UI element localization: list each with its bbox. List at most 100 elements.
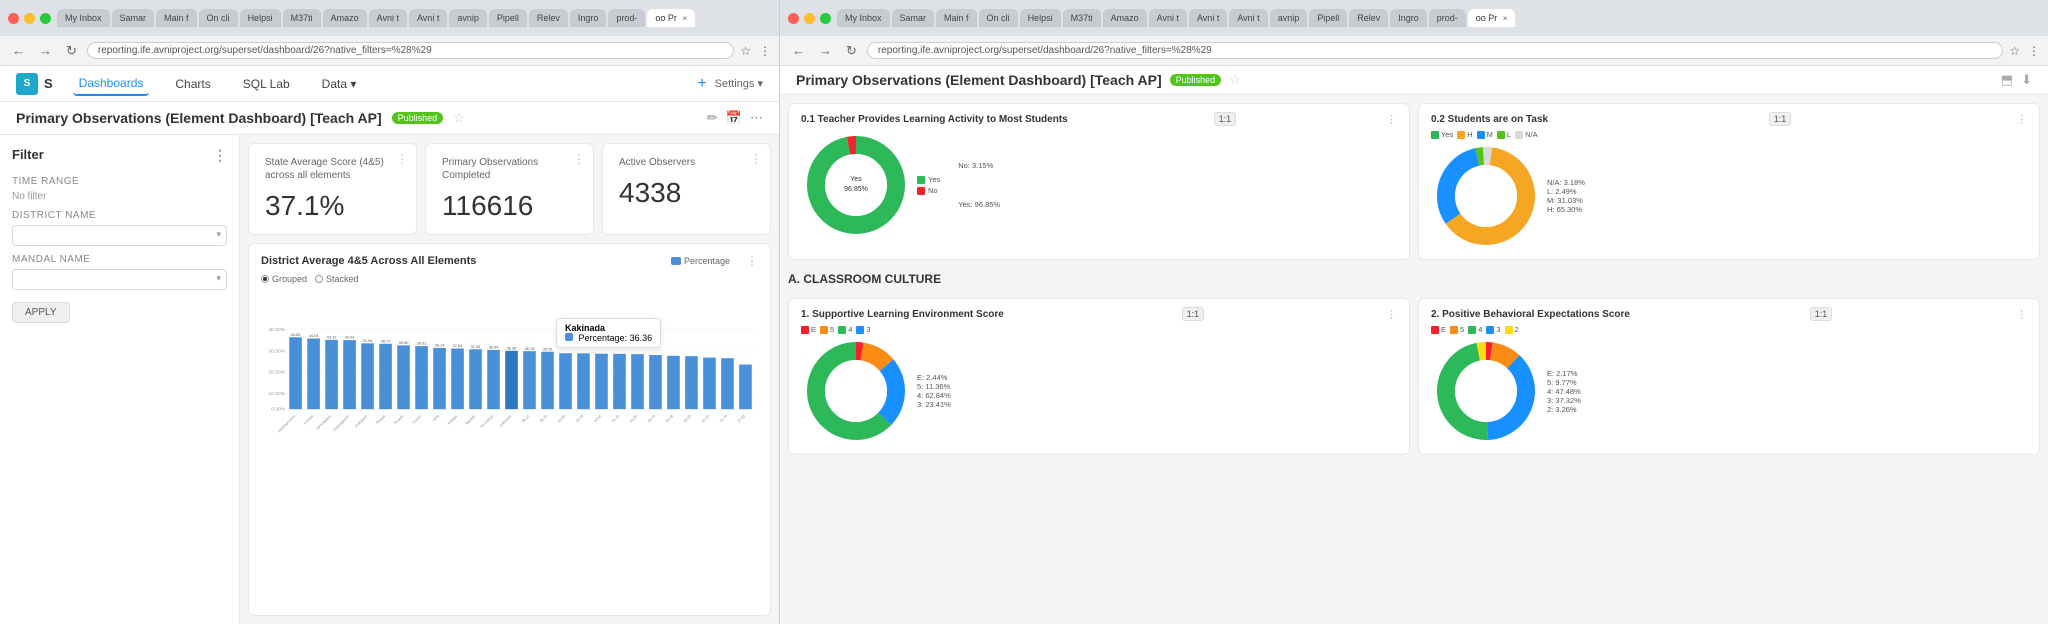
address-bar-row-left: ← → ↻ reporting.ife.avniproject.org/supe… <box>0 36 779 66</box>
leg-5-color-4 <box>1450 326 1458 334</box>
chart-tooltip: Kakinada Percentage: 36.36 <box>556 318 661 348</box>
kpi-menu-1[interactable]: ⋮ <box>573 152 585 166</box>
bookmark-icon[interactable]: ☆ <box>740 44 751 58</box>
tab-active[interactable]: oo Pr × <box>647 9 695 27</box>
calendar-icon[interactable]: 📅 <box>726 110 742 126</box>
nav-dashboards[interactable]: Dashboards <box>73 72 150 96</box>
reload-button-right[interactable]: ↻ <box>842 41 861 61</box>
minimize-button-right[interactable] <box>804 13 815 24</box>
settings-button[interactable]: Settings ▾ <box>715 77 763 90</box>
tab-relev[interactable]: Relev <box>529 9 568 27</box>
tab-ingro[interactable]: Ingro <box>570 9 607 27</box>
tab-avni1[interactable]: Avni t <box>369 9 407 27</box>
right-download-icon[interactable]: ⬇ <box>2021 72 2032 88</box>
menu-icon-right[interactable]: ⋮ <box>2028 44 2040 58</box>
district-input[interactable] <box>12 225 227 246</box>
more-icon[interactable]: ⋯ <box>750 110 763 126</box>
district-label: DISTRICT NAME <box>12 210 227 221</box>
tab-m37[interactable]: M37ti <box>283 9 321 27</box>
traffic-lights-right <box>788 13 831 24</box>
legend-percentage-color <box>671 257 681 265</box>
legend-percentage: Percentage <box>671 256 730 266</box>
tab-inbox[interactable]: My Inbox <box>57 9 110 27</box>
svg-text:37.84: 37.84 <box>453 343 464 348</box>
tab-oncli[interactable]: On cli <box>199 9 238 27</box>
right-share-icon[interactable]: ⬒ <box>2001 72 2013 88</box>
right-tab-avni1[interactable]: Avni t <box>1149 9 1187 27</box>
favorite-icon[interactable]: ☆ <box>453 110 465 126</box>
kpi-menu-0[interactable]: ⋮ <box>396 152 408 166</box>
close-button-right[interactable] <box>788 13 799 24</box>
filter-sidebar: Filter ⋮ TIME RANGE No filter DISTRICT N… <box>0 135 240 624</box>
address-input-left[interactable]: reporting.ife.avniproject.org/superset/d… <box>87 42 734 59</box>
right-tab-avni3[interactable]: Avni t <box>1229 9 1267 27</box>
tab-bar-left: My Inbox Samar Main f On cli Helpsi M37t… <box>57 9 771 27</box>
chart-menu-icon[interactable]: ⋮ <box>746 254 758 268</box>
chart-toggle: Grouped Stacked <box>261 274 758 284</box>
back-button[interactable]: ← <box>8 41 29 60</box>
tab-helpsi[interactable]: Helpsi <box>240 9 281 27</box>
back-button-right[interactable]: ← <box>788 41 809 60</box>
tab-samar[interactable]: Samar <box>112 9 155 27</box>
tooltip-label: Percentage <box>579 333 625 343</box>
right-tab-helpsi[interactable]: Helpsi <box>1020 9 1061 27</box>
right-tab-avni2[interactable]: Avni t <box>1189 9 1227 27</box>
right-tab-pipell[interactable]: Pipell <box>1309 9 1347 27</box>
toggle-stacked[interactable]: Stacked <box>315 274 359 284</box>
tab-amazo[interactable]: Amazo <box>323 9 367 27</box>
filter-menu-icon[interactable]: ⋮ <box>213 147 227 164</box>
forward-button-right[interactable]: → <box>815 41 836 60</box>
right-tab-samar[interactable]: Samar <box>892 9 935 27</box>
donut-badge-0: 1:1 <box>1214 112 1237 126</box>
add-button[interactable]: + <box>697 75 706 93</box>
right-tab-relev[interactable]: Relev <box>1349 9 1388 27</box>
right-tab-amazo[interactable]: Amazo <box>1103 9 1147 27</box>
right-tab-ingro[interactable]: Ingro <box>1390 9 1427 27</box>
tab-pipell[interactable]: Pipell <box>489 9 527 27</box>
tab-prod[interactable]: prod- <box>608 9 645 27</box>
right-tab-m37[interactable]: M37ti <box>1063 9 1101 27</box>
kpi-menu-2[interactable]: ⋮ <box>750 152 762 166</box>
donut-title-3: 2. Positive Behavioral Expectations Scor… <box>1431 309 1630 320</box>
leg-4-color-3 <box>838 326 846 334</box>
apply-button[interactable]: APPLY <box>12 302 70 323</box>
menu-icon[interactable]: ⋮ <box>759 44 771 58</box>
superset-logo: S S <box>16 73 53 95</box>
right-tab-inbox[interactable]: My Inbox <box>837 9 890 27</box>
nav-sqllab[interactable]: SQL Lab <box>237 73 296 95</box>
right-favorite-icon[interactable]: ☆ <box>1229 72 1241 88</box>
tab-avni2[interactable]: Avni t <box>409 9 447 27</box>
right-tab-oncli[interactable]: On cli <box>979 9 1018 27</box>
bookmark-icon-right[interactable]: ☆ <box>2009 44 2020 58</box>
donut-menu-0[interactable]: ⋮ <box>1386 113 1397 126</box>
svg-text:Tirupati: Tirupati <box>375 414 386 425</box>
leg-e-color-3 <box>801 326 809 334</box>
forward-button[interactable]: → <box>35 41 56 60</box>
reload-button[interactable]: ↻ <box>62 41 81 61</box>
svg-text:34.79: 34.79 <box>575 414 584 423</box>
donut-menu-2[interactable]: ⋮ <box>1386 308 1397 321</box>
right-tab-active[interactable]: oo Pr × <box>1468 9 1516 27</box>
bar-chart-container: 40.00% 30.00% 20.00% 10.00% 0.00% 44.83A… <box>261 288 758 453</box>
donut-card-0: 0.1 Teacher Provides Learning Activity t… <box>788 103 1410 260</box>
maximize-button-right[interactable] <box>820 13 831 24</box>
donut-menu-1[interactable]: ⋮ <box>2016 113 2027 126</box>
maximize-button[interactable] <box>40 13 51 24</box>
mandal-input[interactable] <box>12 269 227 290</box>
minimize-button[interactable] <box>24 13 35 24</box>
edit-icon[interactable]: ✏ <box>707 110 718 126</box>
right-tab-prod[interactable]: prod- <box>1429 9 1466 27</box>
svg-text:31.75: 31.75 <box>719 414 728 423</box>
tab-main[interactable]: Main f <box>156 9 197 27</box>
label-e-3: E: 2.44% <box>917 373 951 382</box>
header-icons: ✏ 📅 ⋯ <box>707 110 763 126</box>
right-tab-main[interactable]: Main f <box>936 9 977 27</box>
close-button[interactable] <box>8 13 19 24</box>
toggle-grouped[interactable]: Grouped <box>261 274 307 284</box>
donut-menu-3[interactable]: ⋮ <box>2016 308 2027 321</box>
nav-charts[interactable]: Charts <box>169 73 216 95</box>
nav-data[interactable]: Data ▾ <box>316 73 363 95</box>
right-tab-avnip[interactable]: avnip <box>1270 9 1308 27</box>
address-input-right[interactable]: reporting.ife.avniproject.org/superset/d… <box>867 42 2003 59</box>
tab-avnip[interactable]: avnip <box>449 9 487 27</box>
